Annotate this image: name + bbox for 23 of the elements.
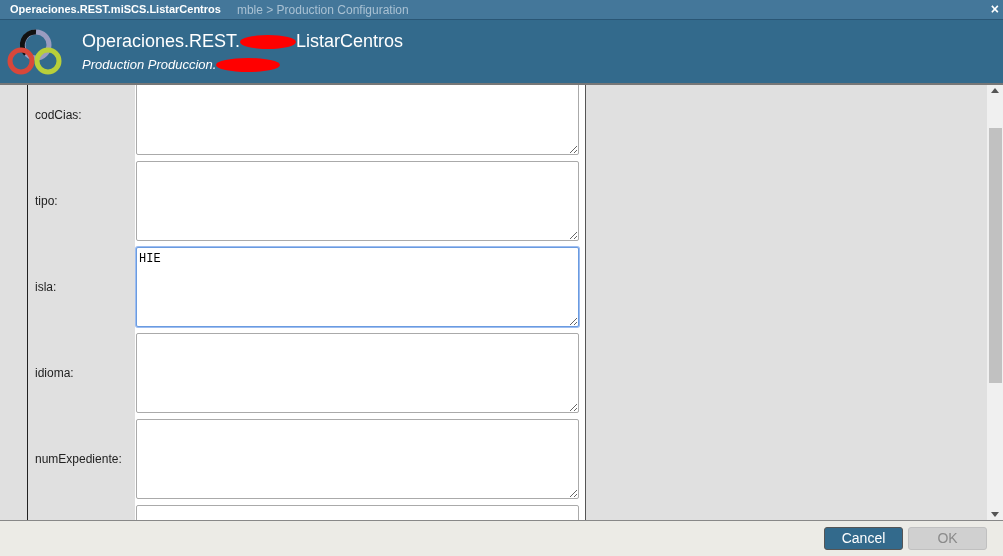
field-label: codCias: [35,107,82,124]
close-button[interactable]: × [990,0,999,18]
field-label: tipo: [35,193,58,210]
window-title: Operaciones.REST.miSCS.ListarCentros [10,2,221,18]
redaction-mark [240,33,297,50]
logo-icon [6,26,64,77]
field-label: numExpediente: [35,451,122,468]
text-area[interactable] [136,161,579,241]
text-area[interactable]: HIE [136,247,579,327]
dialog-button[interactable]: Cancel [824,527,903,550]
scrollbar[interactable] [987,85,1003,520]
text-area[interactable] [136,333,579,413]
field-label: idioma: [35,365,74,382]
background-breadcrumb: mble > Production Configuration [236,1,409,19]
header-title: Operaciones.REST. [82,30,241,54]
scroll-down-icon[interactable] [991,512,999,517]
header-subtitle: Production Produccion. [82,56,217,75]
scroll-up-icon[interactable] [991,88,999,93]
field-label: isla: [35,279,57,296]
text-area[interactable] [136,419,579,499]
redaction-mark [216,57,281,73]
scrollbar-thumb[interactable] [988,127,1002,383]
header-title: ListarCentros [296,30,404,54]
